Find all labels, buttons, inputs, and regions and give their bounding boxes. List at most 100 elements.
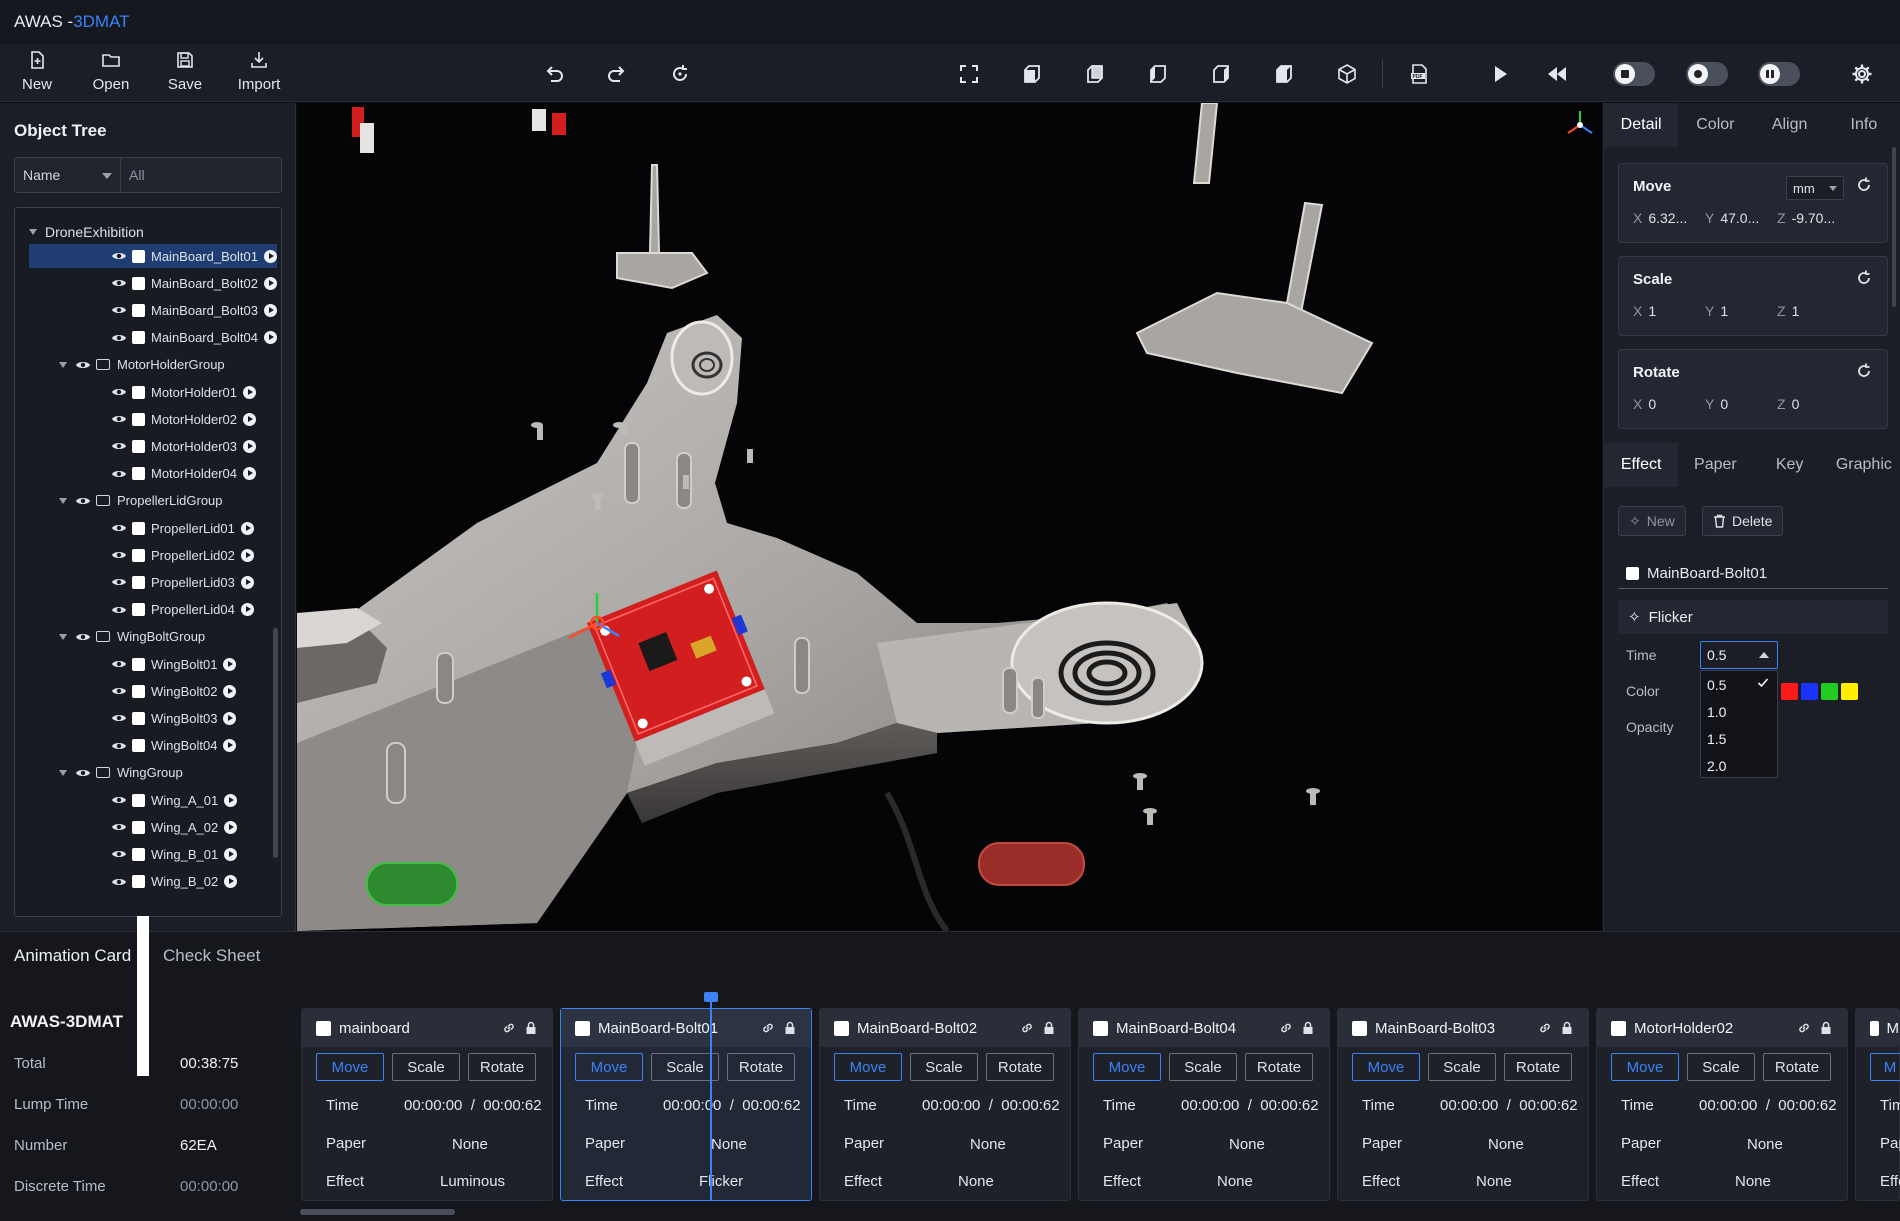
eye-icon[interactable]: [111, 686, 127, 696]
move-mode-button[interactable]: Move: [575, 1053, 643, 1081]
effect-value[interactable]: None: [1217, 1173, 1253, 1190]
eye-icon[interactable]: [111, 577, 127, 587]
animation-card[interactable]: MainBoard-Bolt01 Move Scale Rotate Time 00:00…: [560, 1008, 812, 1201]
lock-icon[interactable]: [524, 1021, 538, 1035]
scale-mode-button[interactable]: Scale: [1169, 1053, 1237, 1081]
paper-value[interactable]: None: [452, 1136, 488, 1153]
tree-item-checkbox[interactable]: [132, 793, 145, 807]
expand-caret-icon[interactable]: [59, 497, 67, 504]
eye-icon[interactable]: [111, 414, 127, 424]
save-button[interactable]: Save: [153, 50, 217, 93]
animation-card-checkbox[interactable]: [1093, 1020, 1108, 1036]
animation-card-checkbox[interactable]: [1352, 1020, 1367, 1036]
undo-button[interactable]: [540, 60, 568, 88]
tree-item-checkbox[interactable]: [132, 739, 145, 753]
effect-value[interactable]: Luminous: [440, 1173, 505, 1190]
rotate-z[interactable]: Z0: [1777, 396, 1849, 412]
tree-item-checkbox[interactable]: [132, 303, 145, 317]
view-right-button[interactable]: [1207, 60, 1235, 88]
tree-item-checkbox[interactable]: [132, 820, 145, 834]
eye-icon[interactable]: [111, 605, 127, 615]
play-circle-icon[interactable]: [224, 820, 238, 834]
paper-value[interactable]: None: [1488, 1136, 1524, 1153]
play-circle-icon[interactable]: [240, 603, 254, 617]
tree-root[interactable]: DroneExhibition: [29, 220, 144, 244]
tree-item[interactable]: WingBolt03: [29, 706, 277, 730]
tree-item-checkbox[interactable]: [132, 276, 145, 290]
time-option[interactable]: 0.5: [1701, 671, 1777, 698]
new-button[interactable]: New: [5, 50, 69, 93]
play-circle-icon[interactable]: [243, 467, 256, 481]
move-mode-button[interactable]: M: [1870, 1053, 1900, 1081]
tree-item[interactable]: Wing_B_02: [29, 870, 277, 894]
rotate-y[interactable]: Y0: [1705, 396, 1777, 412]
move-mode-button[interactable]: Move: [316, 1053, 384, 1081]
link-icon[interactable]: [1279, 1021, 1293, 1035]
expand-caret-icon[interactable]: [59, 361, 67, 368]
view-left-button[interactable]: [1144, 60, 1172, 88]
lock-icon[interactable]: [1560, 1021, 1574, 1035]
eye-icon[interactable]: [111, 278, 127, 288]
play-circle-icon[interactable]: [243, 412, 256, 426]
link-icon[interactable]: [1020, 1021, 1034, 1035]
eye-icon[interactable]: [111, 659, 127, 669]
eye-icon[interactable]: [111, 741, 127, 751]
tab-paper[interactable]: Paper: [1678, 443, 1752, 487]
rotate-mode-button[interactable]: Rotate: [1245, 1053, 1313, 1081]
rotate-mode-button[interactable]: Rotate: [468, 1053, 536, 1081]
play-circle-icon[interactable]: [263, 303, 277, 317]
eye-icon[interactable]: [111, 387, 127, 397]
splitter-handle[interactable]: [137, 916, 149, 1076]
animation-card[interactable]: mainboard Move Scale Rotate Time 00:00:00 / 0…: [301, 1008, 553, 1201]
rotate-mode-button[interactable]: Rotate: [1504, 1053, 1572, 1081]
color-swatch[interactable]: [1821, 683, 1838, 700]
pause-toggle[interactable]: [1758, 62, 1800, 86]
redo-button[interactable]: [603, 60, 631, 88]
scale-mode-button[interactable]: Scale: [392, 1053, 460, 1081]
filter-value-input[interactable]: All: [121, 158, 145, 192]
view-3d-button[interactable]: [1333, 60, 1361, 88]
move-z[interactable]: Z -9.70...: [1777, 210, 1849, 226]
play-circle-icon[interactable]: [224, 793, 238, 807]
tree-item-checkbox[interactable]: [132, 711, 145, 725]
tree-item-checkbox[interactable]: [132, 847, 145, 861]
rewind-button[interactable]: [1543, 60, 1571, 88]
eye-icon[interactable]: [75, 768, 91, 778]
tree-item-checkbox[interactable]: [132, 439, 145, 453]
tree-item[interactable]: MotorHolder01: [29, 380, 277, 404]
tree-item[interactable]: PropellerLid03: [29, 570, 277, 594]
paper-value[interactable]: None: [1747, 1136, 1783, 1153]
eye-icon[interactable]: [111, 849, 127, 859]
reset-icon[interactable]: [1855, 269, 1873, 287]
export-pdf-button[interactable]: PDF: [1405, 60, 1433, 88]
eye-icon[interactable]: [111, 877, 127, 887]
tree-item-checkbox[interactable]: [132, 521, 145, 535]
view-front-button[interactable]: [1018, 60, 1046, 88]
eye-icon[interactable]: [111, 441, 127, 451]
tree-item-checkbox[interactable]: [132, 331, 145, 345]
color-swatch[interactable]: [1801, 683, 1818, 700]
effect-target-item[interactable]: MainBoard-Bolt01: [1618, 559, 1888, 589]
link-icon[interactable]: [502, 1021, 516, 1035]
tab-align[interactable]: Align: [1753, 103, 1827, 147]
lock-icon[interactable]: [783, 1021, 797, 1035]
play-circle-icon[interactable]: [223, 711, 237, 725]
move-mode-button[interactable]: Move: [1093, 1053, 1161, 1081]
animation-card-checkbox[interactable]: [316, 1020, 331, 1036]
play-circle-icon[interactable]: [263, 331, 277, 345]
properties-scrollbar[interactable]: [1892, 147, 1896, 307]
paper-value[interactable]: None: [970, 1136, 1006, 1153]
play-button[interactable]: [1486, 60, 1514, 88]
scale-z[interactable]: Z1: [1777, 303, 1849, 319]
tree-item-checkbox[interactable]: [132, 575, 145, 589]
play-circle-icon[interactable]: [240, 575, 254, 589]
view-back-button[interactable]: [1081, 60, 1109, 88]
effect-value[interactable]: None: [958, 1173, 994, 1190]
tree-item[interactable]: PropellerLid04: [29, 598, 277, 622]
effect-target-checkbox[interactable]: [1626, 567, 1639, 580]
effect-value[interactable]: None: [1735, 1173, 1771, 1190]
tree-item[interactable]: PropellerLid01: [29, 516, 277, 540]
tab-color[interactable]: Color: [1678, 103, 1752, 147]
play-circle-icon[interactable]: [224, 847, 238, 861]
link-icon[interactable]: [1538, 1021, 1552, 1035]
